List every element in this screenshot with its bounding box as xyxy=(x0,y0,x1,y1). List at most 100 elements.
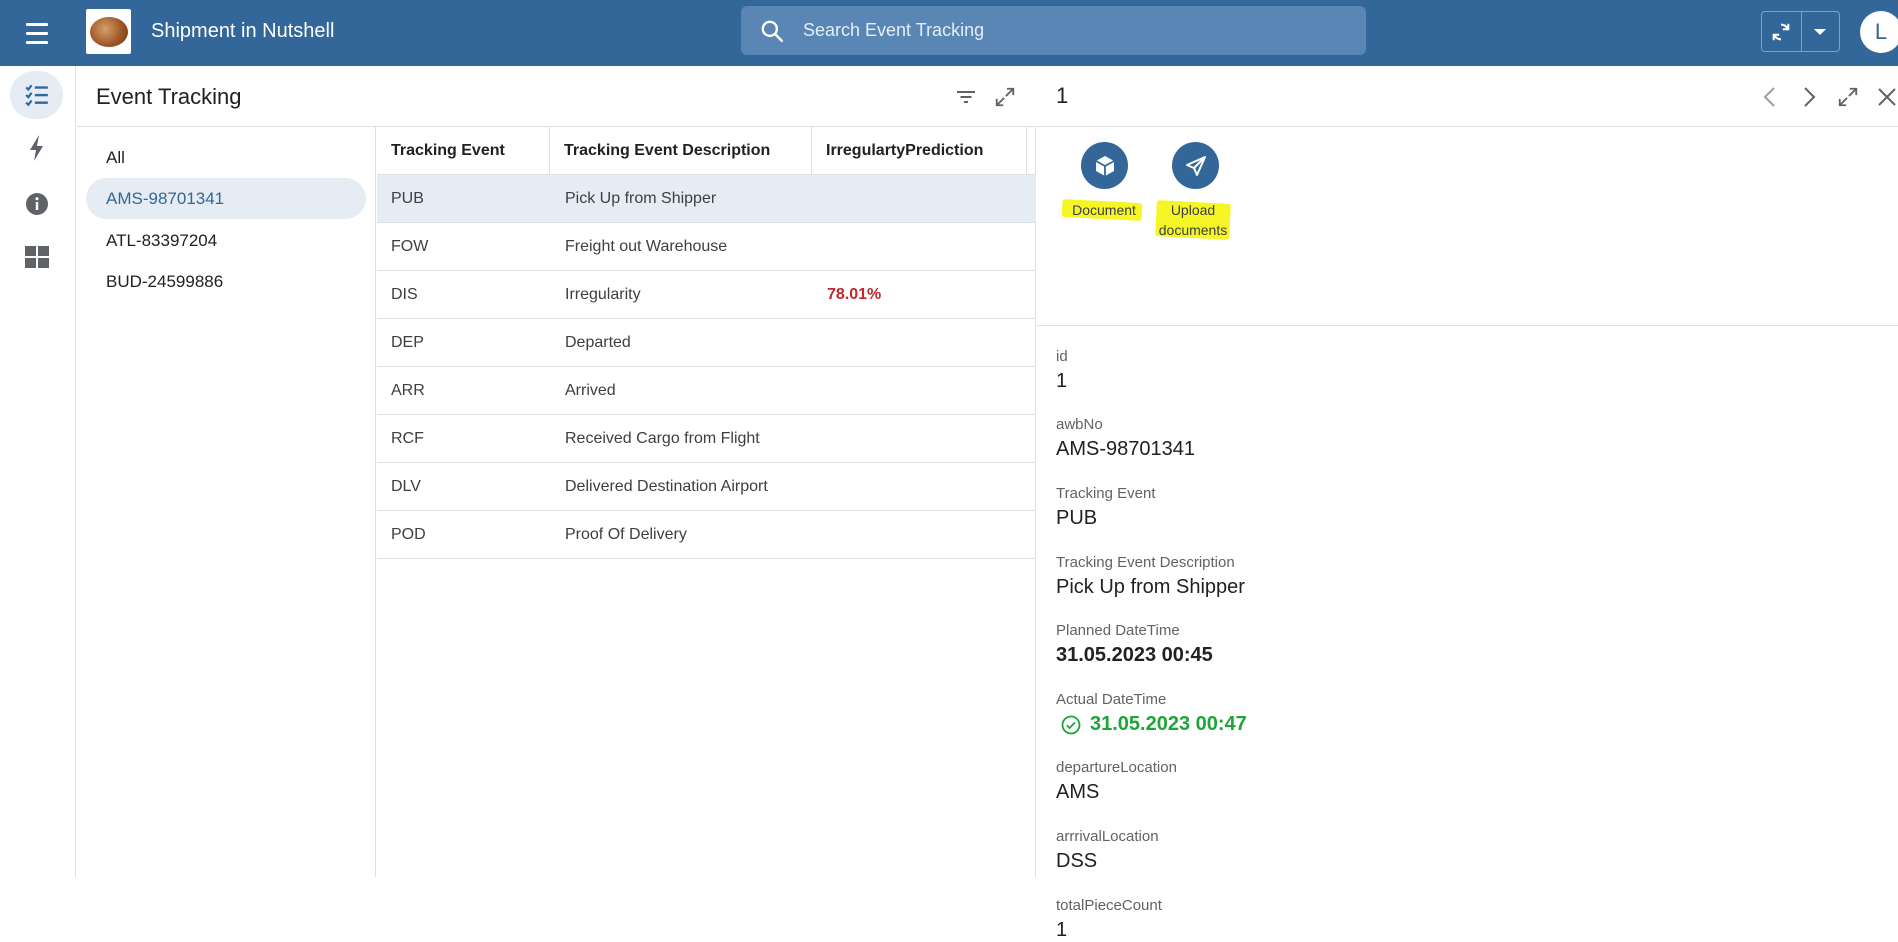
table-row[interactable]: PUB Pick Up from Shipper xyxy=(377,175,1036,223)
field-value: PUB xyxy=(1056,507,1098,529)
search-bar[interactable] xyxy=(741,6,1366,55)
close-icon xyxy=(1878,88,1896,106)
cell-description: Irregularity xyxy=(565,286,641,303)
column-header-tracking-event[interactable]: Tracking Event xyxy=(377,127,550,175)
facet-item-all[interactable]: All xyxy=(86,137,366,178)
rail-item-info[interactable] xyxy=(10,180,63,228)
rail-item-dashboard[interactable] xyxy=(10,233,63,281)
field-planned-datetime: Planned DateTime 31.05.2023 00:45 xyxy=(1056,622,1876,667)
expand-icon xyxy=(995,87,1015,107)
field-label: Planned DateTime xyxy=(1056,622,1180,639)
side-rail xyxy=(0,66,76,877)
cell-tracking-event: DLV xyxy=(391,478,421,495)
detail-title: 1 xyxy=(1056,83,1069,108)
list-header: Event Tracking xyxy=(77,66,1036,127)
cell-description: Freight out Warehouse xyxy=(565,238,728,255)
search-icon xyxy=(761,20,784,43)
cell-tracking-event: RCF xyxy=(391,430,424,447)
column-header-irregularity-prediction[interactable]: IrregulartyPrediction xyxy=(812,127,1027,175)
upload-documents-label: Upload documents xyxy=(1152,200,1234,240)
search-input[interactable] xyxy=(803,6,1343,55)
info-icon xyxy=(25,193,48,215)
table-row[interactable]: FOW Freight out Warehouse xyxy=(377,223,1036,271)
app-title: Shipment in Nutshell xyxy=(151,20,335,42)
rail-item-actions[interactable] xyxy=(10,124,63,172)
field-value: 1 xyxy=(1056,370,1068,392)
field-value: 1 xyxy=(1056,919,1068,941)
cell-tracking-event: FOW xyxy=(391,238,429,255)
field-awb-no: awbNo AMS-98701341 xyxy=(1056,416,1876,461)
field-label: Tracking Event Description xyxy=(1056,554,1235,571)
field-value: 31.05.2023 00:47 xyxy=(1090,713,1247,735)
next-record-button[interactable] xyxy=(1793,81,1825,113)
cell-description: Received Cargo from Flight xyxy=(565,430,760,447)
field-label: totalPieceCount xyxy=(1056,897,1162,914)
document-label: Document xyxy=(1072,202,1136,218)
field-actual-datetime: Actual DateTime 31.05.2023 00:47 xyxy=(1056,691,1876,736)
upload-documents-button[interactable]: Upload documents xyxy=(1152,128,1252,248)
document-button[interactable]: Document xyxy=(1059,128,1159,248)
field-arrival-location: arrrivalLocation DSS xyxy=(1056,828,1876,873)
facet-item-atl-83397204[interactable]: ATL-83397204 xyxy=(86,220,366,261)
page-title: Event Tracking xyxy=(96,84,242,109)
field-label: Actual DateTime xyxy=(1056,691,1167,708)
field-departure-location: departureLocation AMS xyxy=(1056,759,1876,804)
sync-button[interactable] xyxy=(1762,12,1802,51)
field-id: id 1 xyxy=(1056,348,1876,393)
sync-button-group xyxy=(1761,11,1840,52)
table-header: Tracking Event Tracking Event Descriptio… xyxy=(377,127,1036,175)
paper-plane-icon xyxy=(1185,155,1206,176)
field-value: AMS-98701341 xyxy=(1056,438,1195,460)
facet-item-ams-98701341[interactable]: AMS-98701341 xyxy=(86,178,366,219)
filter-icon xyxy=(957,91,975,103)
table-row[interactable]: DLV Delivered Destination Airport xyxy=(377,463,1036,511)
cell-description: Arrived xyxy=(565,382,616,399)
cell-tracking-event: POD xyxy=(391,526,426,543)
facet-item-bud-24599886[interactable]: BUD-24599886 xyxy=(86,261,366,302)
table-row[interactable]: DIS Irregularity 78.01% xyxy=(377,271,1036,319)
field-value: AMS xyxy=(1056,781,1100,803)
upload-action-icon xyxy=(1172,142,1219,189)
field-label: Tracking Event xyxy=(1056,485,1156,502)
field-tracking-event-description: Tracking Event Description Pick Up from … xyxy=(1056,554,1876,599)
field-value-status: 31.05.2023 00:47 xyxy=(1056,713,1876,736)
cell-tracking-event: DIS xyxy=(391,286,418,303)
hamburger-menu-icon[interactable] xyxy=(20,16,54,50)
lightning-icon xyxy=(29,135,43,161)
action-bar: Document Upload documents xyxy=(1037,128,1898,326)
filter-button[interactable] xyxy=(951,82,981,112)
sync-dropdown-button[interactable] xyxy=(1802,12,1840,51)
detail-header: 1 xyxy=(1037,66,1898,127)
rail-item-event-tracking[interactable] xyxy=(10,71,63,119)
expand-detail-button[interactable] xyxy=(1832,81,1864,113)
field-value: DSS xyxy=(1056,850,1098,872)
cell-description: Departed xyxy=(565,334,631,351)
close-detail-button[interactable] xyxy=(1871,81,1898,113)
app-logo xyxy=(86,9,131,54)
box-icon xyxy=(1095,155,1114,176)
column-header-description[interactable]: Tracking Event Description xyxy=(550,127,812,175)
caret-down-icon xyxy=(1814,28,1827,35)
table-row[interactable]: RCF Received Cargo from Flight xyxy=(377,415,1036,463)
events-table: Tracking Event Tracking Event Descriptio… xyxy=(377,127,1036,877)
table-row[interactable]: DEP Departed xyxy=(377,319,1036,367)
cell-tracking-event: DEP xyxy=(391,334,424,351)
expand-icon xyxy=(1838,87,1858,107)
table-row[interactable]: ARR Arrived xyxy=(377,367,1036,415)
cell-tracking-event: PUB xyxy=(391,190,424,207)
field-value: Pick Up from Shipper xyxy=(1056,576,1245,598)
field-label: arrrivalLocation xyxy=(1056,828,1159,845)
chevron-right-icon xyxy=(1804,87,1816,107)
previous-record-button[interactable] xyxy=(1754,81,1786,113)
sync-icon xyxy=(1772,23,1790,40)
upload-label-line-2: documents xyxy=(1158,222,1228,238)
checklist-icon xyxy=(24,84,48,107)
table-row[interactable]: POD Proof Of Delivery xyxy=(377,511,1036,559)
check-circle-icon xyxy=(1061,715,1081,734)
cell-description: Delivered Destination Airport xyxy=(565,478,768,495)
avatar[interactable]: L xyxy=(1860,11,1898,53)
upload-label-line-1: Upload xyxy=(1170,202,1216,218)
field-label: id xyxy=(1056,348,1068,365)
expand-list-button[interactable] xyxy=(990,82,1020,112)
dashboard-icon xyxy=(24,246,49,268)
